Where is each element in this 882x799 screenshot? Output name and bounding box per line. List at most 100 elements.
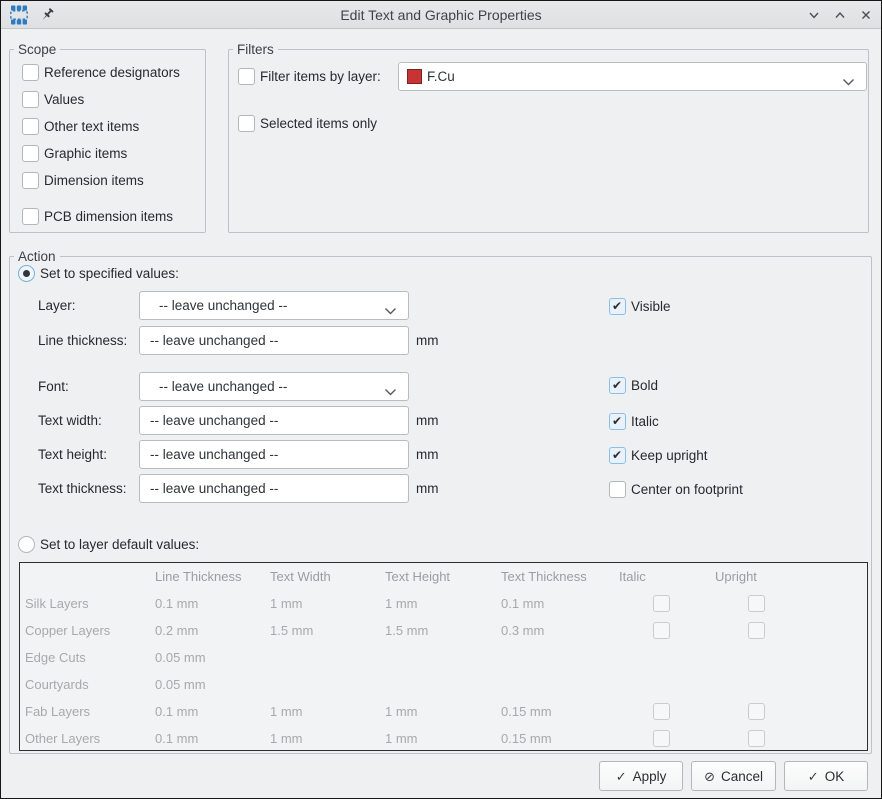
table-upright-checkbox[interactable]	[748, 703, 765, 720]
table-header-cell: Italic	[619, 563, 646, 590]
table-row-name: Copper Layers	[25, 617, 110, 644]
table-cell: 0.2 mm	[155, 617, 198, 644]
layer-filter-combobox[interactable]: F.Cu	[398, 62, 867, 91]
pin-icon[interactable]	[39, 7, 55, 23]
filters-group: Filters Filter items by layer: F.Cu Sele…	[228, 49, 869, 233]
table-row-name: Other Layers	[25, 725, 100, 752]
bold-checkbox[interactable]	[609, 377, 626, 394]
layer-select[interactable]: -- leave unchanged --	[139, 291, 409, 320]
text-width-unit: mm	[416, 412, 439, 429]
table-row: Edge Cuts 0.05 mm	[20, 644, 867, 671]
filter-by-layer-label: Filter items by layer:	[260, 68, 381, 85]
text-height-unit: mm	[416, 446, 439, 463]
set-layer-defaults-label: Set to layer default values:	[40, 536, 199, 553]
keep-upright-label: Keep upright	[631, 447, 708, 464]
scope-checkbox[interactable]	[22, 118, 39, 135]
table-header-cell: Line Thickness	[155, 563, 241, 590]
check-icon: ✓	[808, 770, 819, 783]
selected-items-only-checkbox[interactable]	[238, 115, 255, 132]
cancel-button[interactable]: ⊘ Cancel	[691, 761, 776, 791]
scope-checkbox[interactable]	[22, 64, 39, 81]
scope-checkbox-label: Reference designators	[44, 64, 180, 81]
text-height-value: -- leave unchanged --	[150, 447, 278, 462]
table-row: Other Layers0.1 mm1 mm1 mm0.15 mm	[20, 725, 867, 752]
dialog-window: Edit Text and Graphic Properties Scope R…	[0, 0, 882, 799]
bold-label: Bold	[631, 377, 658, 394]
table-cell: 0.15 mm	[501, 698, 552, 725]
visible-checkbox[interactable]	[609, 298, 626, 315]
set-layer-defaults-radio[interactable]	[18, 536, 35, 553]
table-cell: 0.1 mm	[155, 590, 198, 617]
text-width-label: Text width:	[38, 412, 102, 429]
layer-filter-value: F.Cu	[427, 69, 455, 84]
set-specified-values-radio[interactable]	[18, 265, 35, 282]
table-cell: 0.1 mm	[155, 698, 198, 725]
shade-icon[interactable]	[807, 8, 821, 22]
table-italic-checkbox[interactable]	[653, 730, 670, 747]
line-thickness-unit: mm	[416, 332, 439, 349]
cancel-button-label: Cancel	[721, 769, 763, 784]
text-height-label: Text height:	[38, 446, 107, 463]
action-group: Action Set to specified values: Layer: -…	[9, 256, 872, 754]
table-upright-checkbox[interactable]	[748, 730, 765, 747]
text-width-value: -- leave unchanged --	[150, 413, 278, 428]
check-icon: ✓	[616, 770, 627, 783]
font-label: Font:	[38, 378, 69, 395]
text-thickness-unit: mm	[416, 480, 439, 497]
table-cell: 0.05 mm	[155, 644, 206, 671]
scope-checkbox[interactable]	[22, 208, 39, 225]
table-cell: 0.15 mm	[501, 725, 552, 752]
scope-group-label: Scope	[14, 41, 60, 58]
scope-checkbox-label: Values	[44, 91, 84, 108]
table-italic-checkbox[interactable]	[653, 703, 670, 720]
text-width-input[interactable]: -- leave unchanged --	[139, 406, 409, 435]
layer-label: Layer:	[38, 297, 76, 314]
apply-button[interactable]: ✓ Apply	[599, 761, 683, 791]
table-header-cell: Text Width	[270, 563, 331, 590]
action-group-label: Action	[14, 248, 60, 265]
close-icon[interactable]	[859, 8, 873, 22]
table-italic-checkbox[interactable]	[653, 595, 670, 612]
dialog-title: Edit Text and Graphic Properties	[1, 7, 881, 23]
table-upright-checkbox[interactable]	[748, 622, 765, 639]
table-cell: 1 mm	[270, 590, 303, 617]
layer-select-value: -- leave unchanged --	[159, 298, 287, 313]
text-height-input[interactable]: -- leave unchanged --	[139, 440, 409, 469]
font-select-value: -- leave unchanged --	[159, 379, 287, 394]
chevron-down-icon	[384, 303, 397, 318]
ok-button[interactable]: ✓ OK	[784, 761, 868, 791]
scope-group: Scope Reference designatorsValuesOther t…	[9, 49, 206, 233]
table-row-name: Silk Layers	[25, 590, 89, 617]
table-cell: 1.5 mm	[385, 617, 428, 644]
selected-items-only-label: Selected items only	[260, 115, 377, 132]
scope-checkbox-label: Graphic items	[44, 145, 127, 162]
filter-by-layer-checkbox[interactable]	[238, 68, 255, 85]
scope-checkbox[interactable]	[22, 145, 39, 162]
scope-checkbox[interactable]	[22, 91, 39, 108]
scope-checkbox-label: Other text items	[44, 118, 139, 135]
cancel-icon: ⊘	[704, 770, 715, 783]
keep-upright-checkbox[interactable]	[609, 447, 626, 464]
italic-checkbox[interactable]	[609, 413, 626, 430]
dialog-buttons: ✓ Apply ⊘ Cancel ✓ OK	[599, 761, 868, 791]
center-on-footprint-checkbox[interactable]	[609, 481, 626, 498]
font-select[interactable]: -- leave unchanged --	[139, 372, 409, 401]
text-thickness-input[interactable]: -- leave unchanged --	[139, 474, 409, 503]
line-thickness-input[interactable]: -- leave unchanged --	[139, 326, 409, 355]
scope-checkbox-label: Dimension items	[44, 172, 144, 189]
text-thickness-value: -- leave unchanged --	[150, 481, 278, 496]
scope-checkbox[interactable]	[22, 172, 39, 189]
table-italic-checkbox[interactable]	[653, 622, 670, 639]
unshade-icon[interactable]	[833, 8, 847, 22]
table-upright-checkbox[interactable]	[748, 595, 765, 612]
table-cell: 1 mm	[385, 590, 418, 617]
filters-group-label: Filters	[233, 41, 278, 58]
line-thickness-value: -- leave unchanged --	[150, 333, 278, 348]
table-row: Courtyards0.05 mm	[20, 671, 867, 698]
table-cell: 1 mm	[270, 698, 303, 725]
table-cell: 1.5 mm	[270, 617, 313, 644]
line-thickness-label: Line thickness:	[38, 332, 127, 349]
text-thickness-label: Text thickness:	[38, 480, 127, 497]
table-cell: 1 mm	[385, 698, 418, 725]
table-row-name: Edge Cuts	[25, 644, 86, 671]
